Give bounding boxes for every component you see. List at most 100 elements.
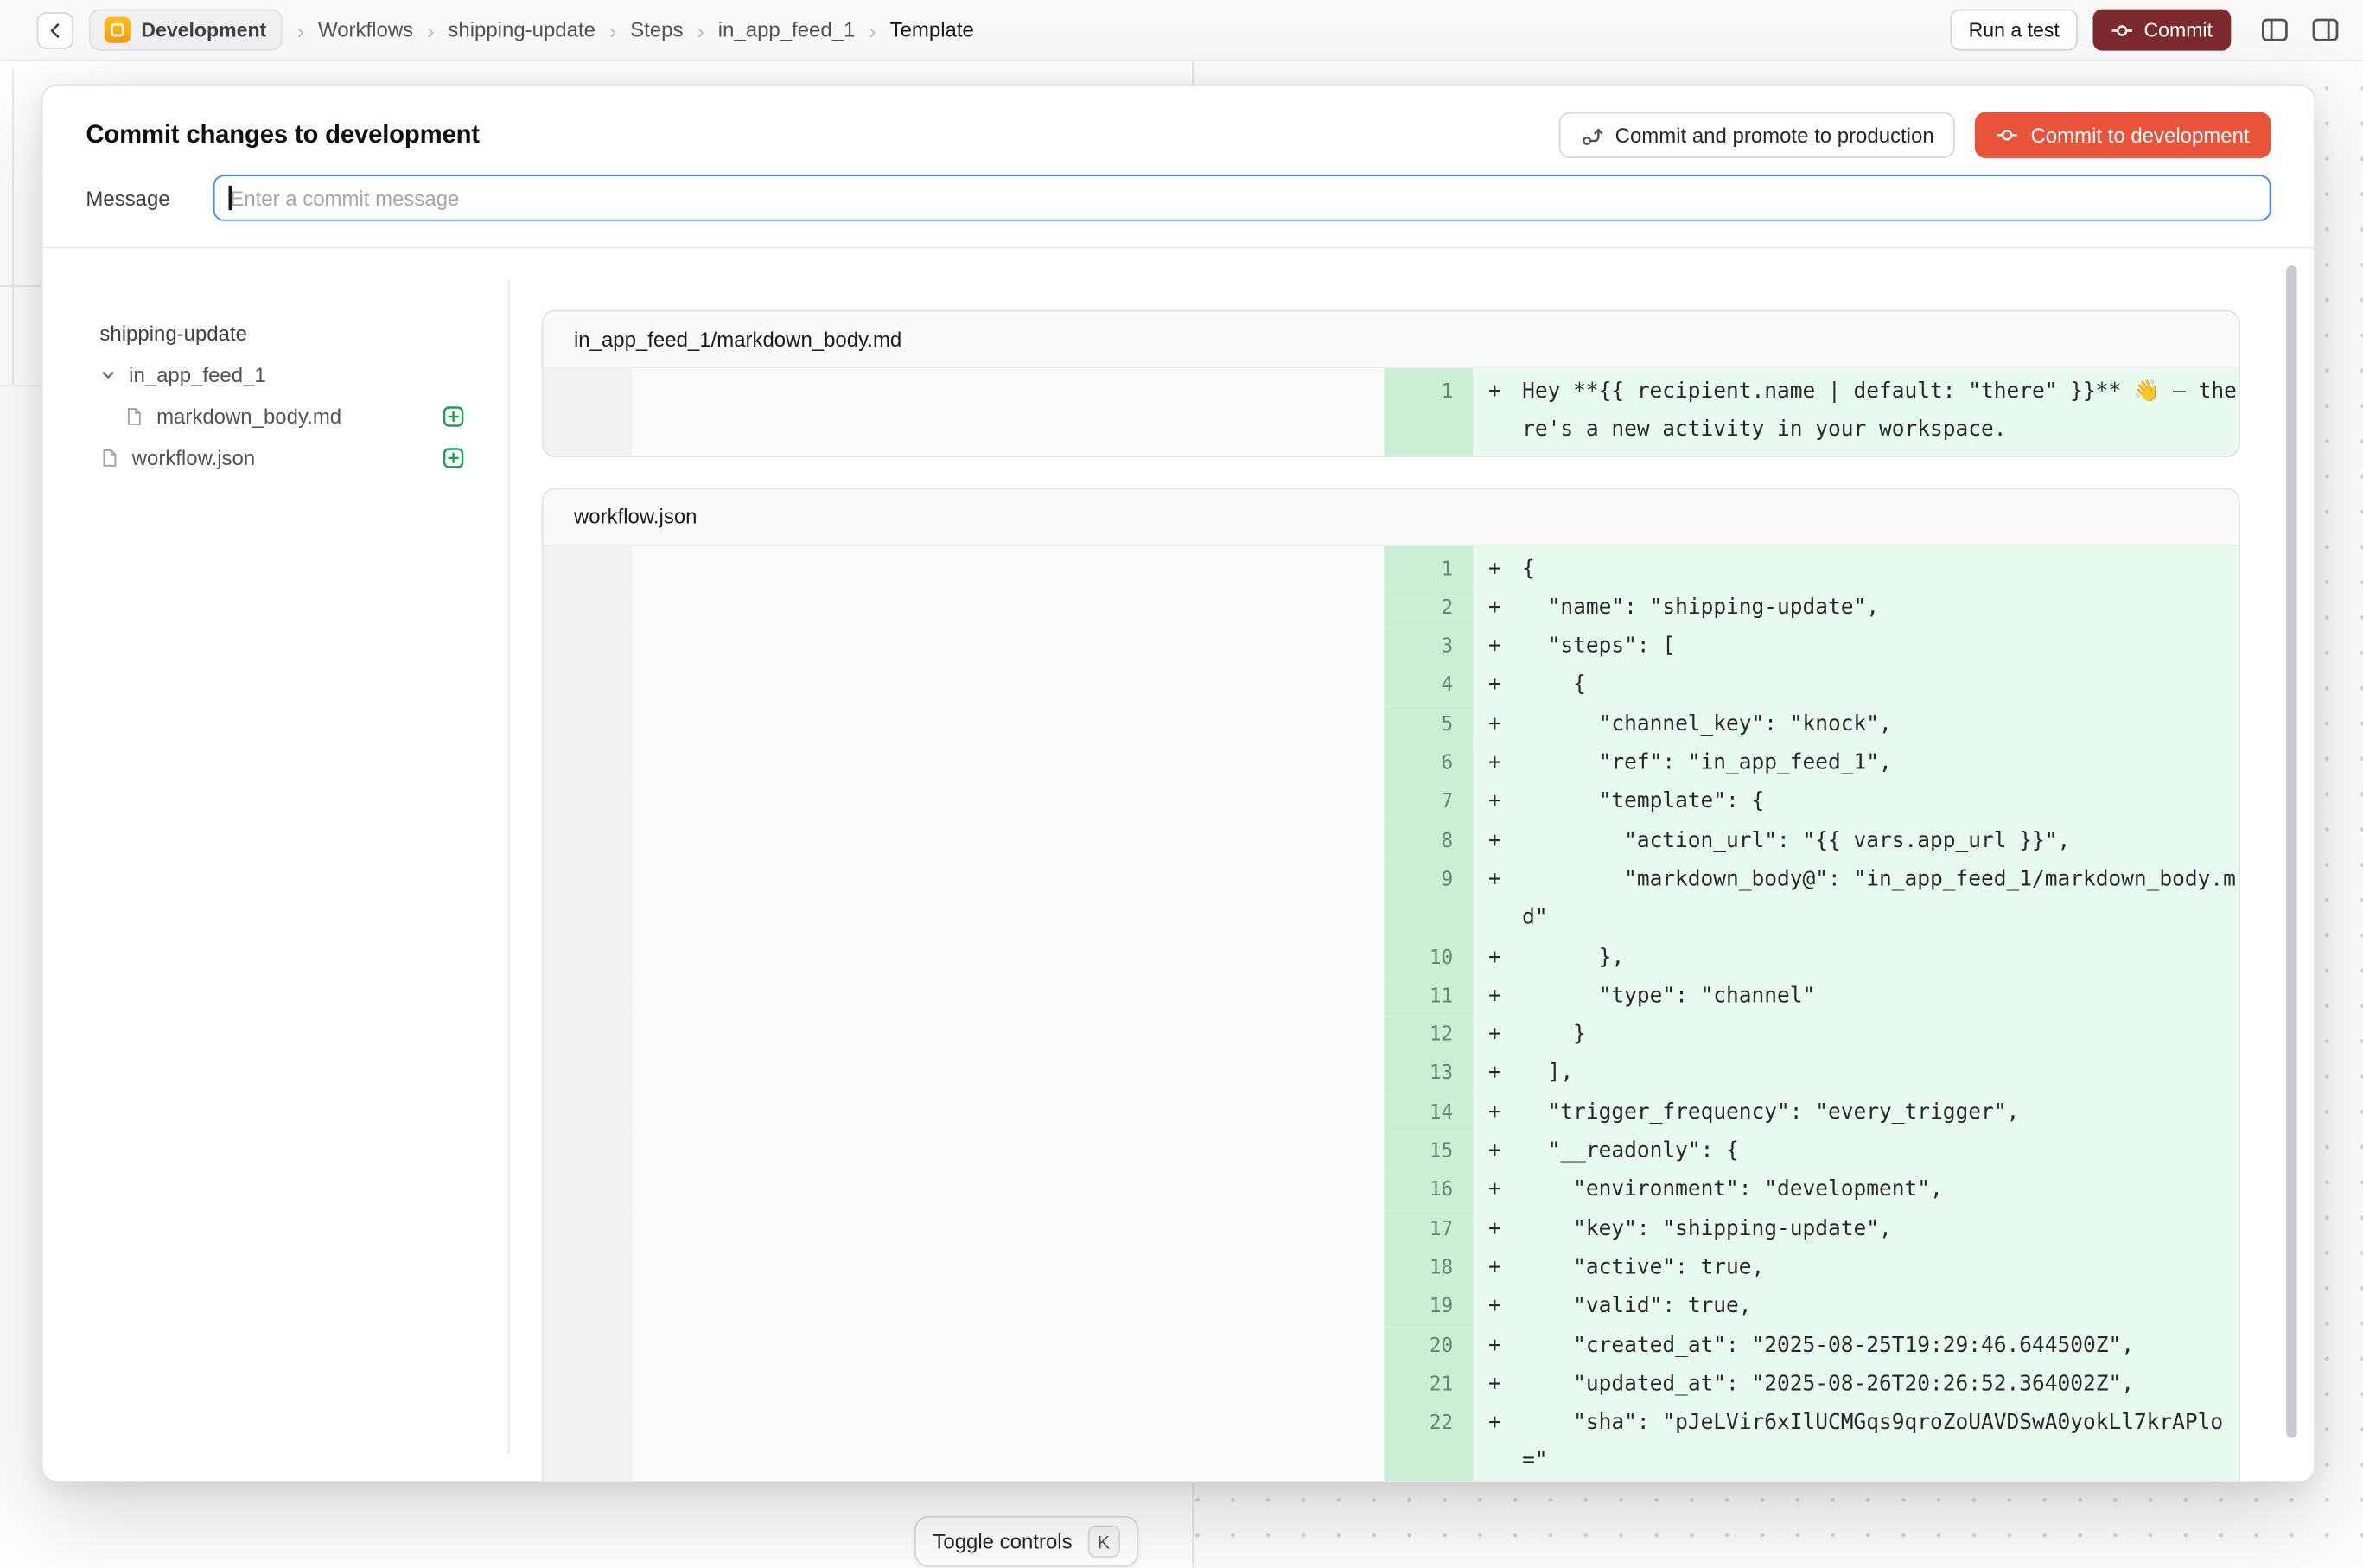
- text-caret: [229, 186, 232, 210]
- toggle-left-panel-button[interactable]: [2258, 14, 2290, 46]
- back-button[interactable]: [37, 11, 74, 48]
- diff-added-sign: +: [1473, 783, 1522, 822]
- breadcrumb-separator-icon: ›: [697, 17, 704, 41]
- diff-code-text: }: [1522, 1017, 2239, 1055]
- diff-old-line-number: [543, 861, 632, 939]
- diff-added-sign: +: [1473, 368, 1522, 455]
- file-added-icon: [442, 405, 465, 429]
- commit-icon: [2111, 19, 2133, 41]
- diff-old-content: [632, 1210, 1384, 1249]
- top-bar: Development › Workflows › shipping-update › S…: [0, 0, 2363, 61]
- breadcrumb-item[interactable]: shipping-update: [448, 18, 596, 41]
- diff-added-sign: +: [1473, 545, 1522, 589]
- tree-item-file[interactable]: workflow.json: [99, 437, 465, 479]
- diff-code-text: "key": "shipping-update",: [1522, 1210, 2239, 1249]
- diff-code-text: "channel_key": "knock",: [1522, 705, 2239, 744]
- diff-old-line-number: [543, 822, 632, 861]
- run-test-label: Run a test: [1969, 18, 2060, 41]
- diff-line: 6+ "ref": "in_app_feed_1",: [543, 744, 2239, 783]
- diff-old-line-number: [543, 1405, 632, 1482]
- diff-old-line-number: [543, 1055, 632, 1093]
- toggle-controls-label: Toggle controls: [933, 1530, 1072, 1553]
- diff-line-number: 5: [1384, 705, 1473, 744]
- diff-panel: in_app_feed_1/markdown_body.md 1+Hey **{…: [508, 249, 2315, 1482]
- diff-line-number: 9: [1384, 861, 1473, 939]
- diff-line-number: 19: [1384, 1288, 1473, 1327]
- layout-panel-left-icon: [2258, 14, 2290, 46]
- diff-line-number: 11: [1384, 978, 1473, 1017]
- diff-old-line-number: [543, 590, 632, 628]
- tree-item-folder[interactable]: in_app_feed_1: [99, 354, 465, 396]
- toggle-right-panel-button[interactable]: [2309, 14, 2341, 46]
- breadcrumb-item[interactable]: Workflows: [318, 18, 413, 41]
- diff-code-text: },: [1522, 939, 2239, 978]
- diff-old-content: [632, 545, 1384, 589]
- breadcrumb-item[interactable]: Template: [890, 18, 974, 41]
- diff-old-line-number: [543, 1132, 632, 1171]
- diff-line-number: 21: [1384, 1366, 1473, 1405]
- diff-code-text: Hey **{{ recipient.name | default: "ther…: [1522, 368, 2239, 455]
- diff-line: 1+Hey **{{ recipient.name | default: "th…: [543, 368, 2239, 455]
- commit-and-promote-button[interactable]: Commit and promote to production: [1558, 112, 1956, 158]
- diff-old-line-number: [543, 1210, 632, 1249]
- breadcrumb-item[interactable]: in_app_feed_1: [718, 18, 856, 41]
- tree-item-file[interactable]: markdown_body.md: [99, 396, 465, 437]
- diff-old-line-number: [543, 628, 632, 666]
- diff-added-sign: +: [1473, 1366, 1522, 1405]
- environment-selector[interactable]: Development: [89, 10, 282, 51]
- diff-old-content: [632, 1017, 1384, 1055]
- diff-old-content: [632, 1132, 1384, 1171]
- commit-modal-header: Commit changes to development Commit and…: [43, 86, 2314, 248]
- diff-line: 1+{: [543, 545, 2239, 589]
- diff-line-number: 16: [1384, 1171, 1473, 1210]
- diff-code-text: ],: [1522, 1055, 2239, 1093]
- diff-line-number: 13: [1384, 1055, 1473, 1093]
- environment-icon: [105, 17, 131, 43]
- chevron-left-icon: [44, 19, 66, 41]
- commit-button[interactable]: Commit: [2093, 10, 2231, 51]
- file-icon: [124, 406, 144, 426]
- diff-file-card: in_app_feed_1/markdown_body.md 1+Hey **{…: [542, 310, 2240, 457]
- diff-line: 12+ }: [543, 1017, 2239, 1055]
- breadcrumb-separator-icon: ›: [869, 17, 876, 41]
- top-bar-actions: Run a test Commit: [1950, 10, 2341, 51]
- diff-code-text: "created_at": "2025-08-25T19:29:46.64450…: [1522, 1327, 2239, 1366]
- diff-code-text: "active": true,: [1522, 1249, 2239, 1288]
- diff-old-line-number: [543, 978, 632, 1017]
- diff-line: 5+ "channel_key": "knock",: [543, 705, 2239, 744]
- breadcrumb: ›Workflows›shipping-update›Steps›in_app_…: [297, 17, 974, 41]
- run-test-button[interactable]: Run a test: [1950, 10, 2078, 51]
- diff-line-number: 14: [1384, 1093, 1473, 1132]
- tree-item-workflow-root[interactable]: shipping-update: [99, 313, 465, 354]
- message-input-wrap: [213, 175, 2271, 220]
- commit-message-input[interactable]: [213, 175, 2271, 220]
- breadcrumb-item[interactable]: Steps: [630, 18, 683, 41]
- diff-file-header: workflow.json: [543, 489, 2239, 546]
- diff-line: 13+ ],: [543, 1055, 2239, 1093]
- toggle-controls-button[interactable]: Toggle controls K: [914, 1516, 1138, 1567]
- diff-added-sign: +: [1473, 1132, 1522, 1171]
- scrollbar-thumb[interactable]: [2286, 265, 2296, 1437]
- diff-old-line-number: [543, 939, 632, 978]
- diff-file-header: in_app_feed_1/markdown_body.md: [543, 311, 2239, 368]
- diff-code-text: {: [1522, 545, 2239, 589]
- diff-line-number: 20: [1384, 1327, 1473, 1366]
- diff-added-sign: +: [1473, 666, 1522, 705]
- breadcrumb-separator-icon: ›: [297, 17, 304, 41]
- diff-line-number: 10: [1384, 939, 1473, 978]
- diff-added-sign: +: [1473, 1288, 1522, 1327]
- diff-added-sign: +: [1473, 1327, 1522, 1366]
- diff-line: 16+ "environment": "development",: [543, 1171, 2239, 1210]
- diff-old-content: [632, 978, 1384, 1017]
- diff-added-sign: +: [1473, 1171, 1522, 1210]
- diff-added-sign: +: [1473, 1055, 1522, 1093]
- file-icon: [99, 448, 119, 468]
- commit-to-development-button[interactable]: Commit to development: [1976, 112, 2271, 158]
- diff-line: 3+ "steps": [: [543, 628, 2239, 666]
- commit-label: Commit: [2143, 18, 2213, 41]
- diff-old-line-number: [543, 666, 632, 705]
- diff-old-content: [632, 368, 1384, 455]
- file-tree: shipping-update in_app_feed_1 markdown_b…: [43, 249, 508, 1482]
- diff-code-text: {: [1522, 666, 2239, 705]
- diff-line-number: 4: [1384, 666, 1473, 705]
